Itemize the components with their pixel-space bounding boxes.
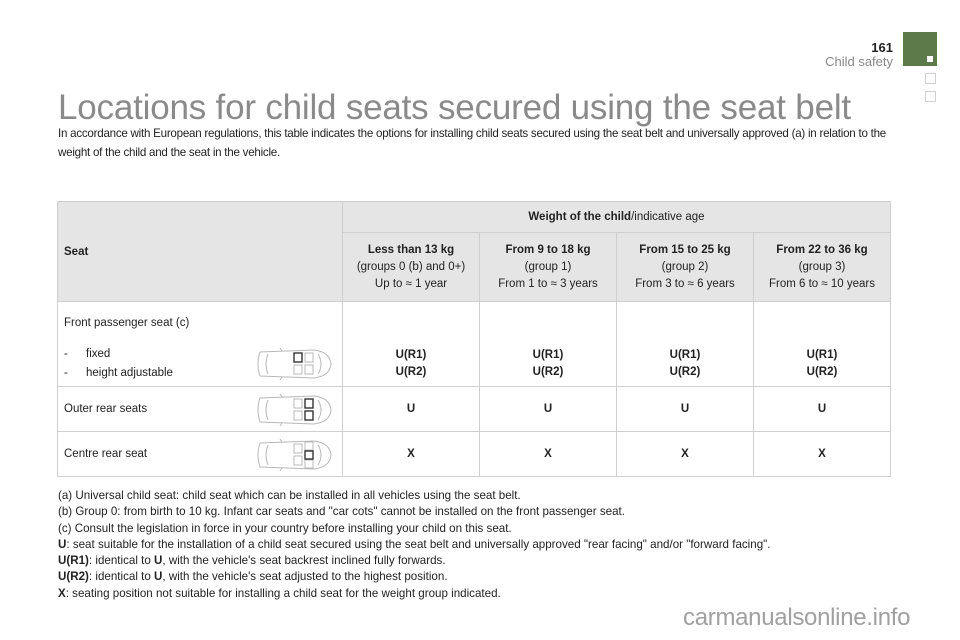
legend-text: , with the vehicle's seat backrest incli… (162, 554, 446, 568)
value: U(R1) (395, 348, 427, 361)
legend-text: (b) Group 0: from birth to 10 kg. Infant… (58, 505, 625, 519)
weight-column-header: From 15 to 25 kg (group 2) From 3 to ≈ 6 y… (616, 232, 754, 302)
page-number: 161 (871, 40, 893, 55)
section-tab[interactable] (925, 91, 936, 102)
weight-column-header: From 22 to 36 kg (group 3) From 6 to ≈ 10 … (753, 232, 891, 302)
column-age: From 3 to ≈ 6 years (635, 277, 735, 290)
page-title: Locations for child seats secured using … (58, 88, 851, 127)
table-row: Outer rear seats U U U U (57, 386, 891, 432)
column-group: (group 2) (661, 260, 709, 273)
seat-header: Seat (57, 201, 343, 302)
sub-item-label: height adjustable (86, 367, 173, 379)
value-cell: X (616, 431, 754, 477)
tab-marker-icon (927, 56, 933, 62)
value-cell: X (479, 431, 617, 477)
value-cell: U (753, 386, 891, 432)
seat-cell: Centre rear seat (57, 431, 343, 477)
seat-label: Front passenger seat (c) (64, 317, 190, 329)
legend-text: : seating position not suitable for inst… (65, 586, 501, 600)
legend-item: (a) Universal child seat: child seat whi… (58, 488, 918, 504)
value-cell: U (479, 386, 617, 432)
dash: - (64, 348, 68, 360)
value-cell: X (342, 431, 480, 477)
legend-text: (a) Universal child seat: child seat whi… (58, 489, 521, 502)
value-cell: U(R1) U(R2) (342, 301, 480, 387)
value: U(R2) (532, 365, 564, 378)
legend-item: U(R2): identical to U, with the vehicle'… (58, 569, 918, 585)
value: U(R1) (806, 348, 838, 361)
value-cell: X (753, 431, 891, 477)
section-tab-active[interactable] (903, 32, 937, 66)
sub-item-label: fixed (86, 348, 111, 360)
legend-item: X: seating position not suitable for ins… (58, 586, 918, 602)
legend-item: U: seat suitable for the installation of… (58, 537, 918, 553)
car-front-passenger-seat-icon (257, 347, 332, 381)
legend-key: U(R1) (58, 554, 89, 568)
legend: (a) Universal child seat: child seat whi… (58, 488, 918, 602)
value: U(R1) (669, 348, 701, 361)
weight-header-bold: Weight of the child (528, 211, 632, 223)
car-outer-rear-seats-icon (257, 393, 332, 427)
column-group: (group 3) (798, 260, 846, 273)
legend-text: : identical to (88, 554, 155, 568)
weight-header: Weight of the child/indicative age (342, 201, 891, 233)
value-cell: U (616, 386, 754, 432)
weight-column-header: Less than 13 kg (groups 0 (b) and 0+) Up t… (342, 232, 480, 302)
weight-column-header: From 9 to 18 kg (group 1) From 1 to ≈ 3 ye… (479, 232, 617, 302)
watermark: carmanualsonline.info (683, 604, 911, 631)
column-age: Up to ≈ 1 year (374, 277, 448, 290)
seat-cell: Front passenger seat (c) - fixed - height … (57, 301, 343, 387)
legend-item: (c) Consult the legislation in force in … (58, 521, 918, 537)
intro-text: In accordance with European regulations,… (58, 127, 886, 159)
column-weight: From 9 to 18 kg (505, 243, 591, 256)
section-name: Child safety (825, 54, 893, 69)
weight-header-rest: /indicative age (631, 211, 705, 223)
table-row: Front passenger seat (c) - fixed - height … (57, 301, 891, 387)
legend-text: : seat suitable for the installation of … (66, 537, 771, 551)
legend-item: U(R1): identical to U, with the vehicle'… (58, 553, 918, 569)
column-group: (groups 0 (b) and 0+) (356, 260, 466, 273)
value-cell: U (342, 386, 480, 432)
column-group: (group 1) (524, 260, 572, 273)
legend-text: : identical to (88, 570, 155, 584)
dash: - (64, 367, 68, 379)
value-cell: U(R1) U(R2) (479, 301, 617, 387)
value: U(R2) (395, 365, 427, 378)
column-age: From 6 to ≈ 10 years (768, 277, 875, 290)
section-tab[interactable] (925, 73, 936, 84)
column-weight: Less than 13 kg (367, 243, 455, 256)
column-age: From 1 to ≈ 3 years (498, 277, 598, 290)
legend-key: X (58, 586, 66, 600)
legend-text: , with the vehicle's seat adjusted to th… (162, 570, 448, 584)
value: U(R1) (532, 348, 564, 361)
seat-cell: Outer rear seats (57, 386, 343, 432)
column-weight: From 15 to 25 kg (639, 243, 731, 256)
value: U(R2) (806, 365, 838, 378)
column-weight: From 22 to 36 kg (776, 243, 868, 256)
table-row: Centre rear seat X X X X (57, 431, 891, 477)
legend-text: (c) Consult the legislation in force in … (58, 521, 512, 535)
car-centre-rear-seat-icon (257, 438, 332, 472)
value: U(R2) (669, 365, 701, 378)
legend-item: (b) Group 0: from birth to 10 kg. Infant… (58, 504, 918, 520)
value-cell: U(R1) U(R2) (753, 301, 891, 387)
legend-key: U(R2) (58, 570, 89, 584)
child-seat-table: Seat Weight of the child/indicative age … (57, 201, 891, 477)
value-cell: U(R1) U(R2) (616, 301, 754, 387)
